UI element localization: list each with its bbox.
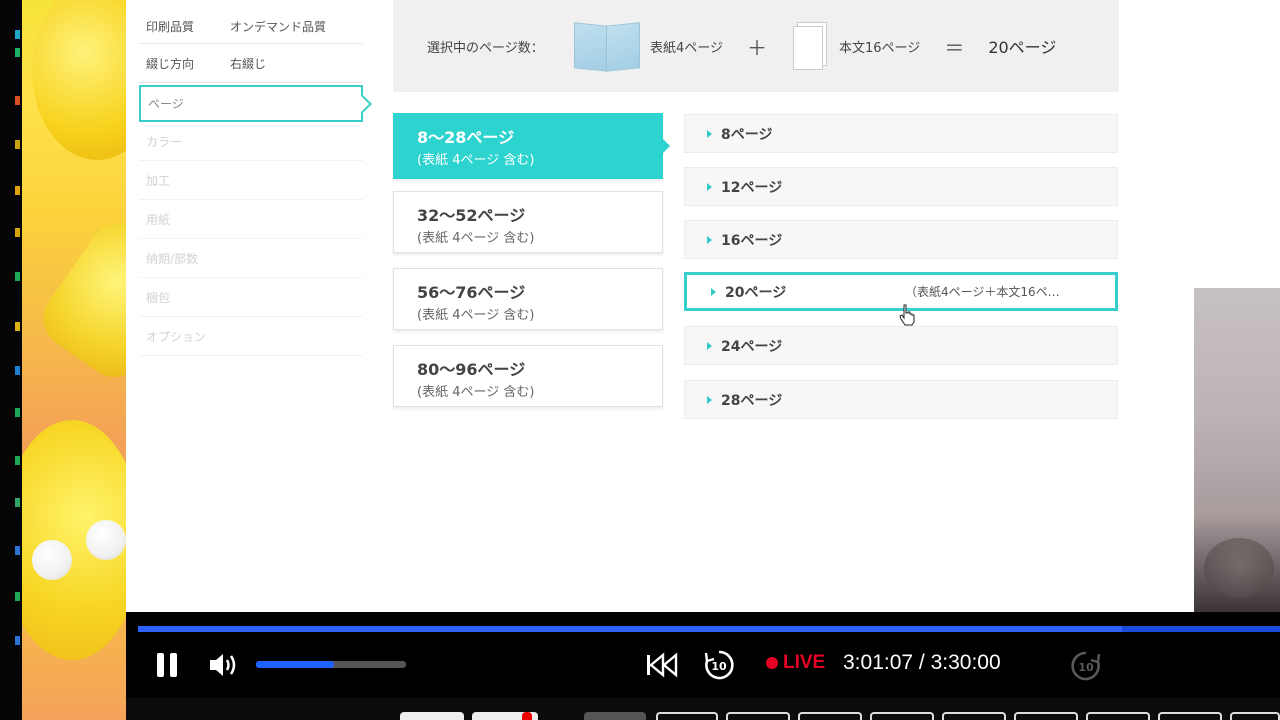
triangle-right-icon xyxy=(707,395,712,404)
triangle-right-icon xyxy=(707,235,712,244)
page-option-label: 28ページ xyxy=(721,392,783,409)
triangle-right-icon xyxy=(707,182,712,191)
menu-item-label: ページ xyxy=(148,97,184,111)
menu-item-paper[interactable]: 用紙 xyxy=(139,200,363,239)
page-option-note: （表紙4ページ＋本文16ペ… xyxy=(905,285,1060,299)
page-group-subtitle: (表紙 4ページ 含む) xyxy=(417,385,535,400)
menu-item-color[interactable]: カラー xyxy=(139,122,363,161)
menu-item-options[interactable]: オプション xyxy=(139,317,363,356)
bottom-thumbnail-strip xyxy=(126,698,1280,720)
menu-item-label: 納期/部数 xyxy=(146,251,199,266)
total-pages-text: 20ページ xyxy=(988,38,1057,57)
page-option-label: 24ページ xyxy=(721,338,783,355)
page-group-title: 80〜96ページ xyxy=(417,360,526,379)
skip-to-start-button[interactable] xyxy=(644,649,680,681)
speaker-icon xyxy=(210,654,236,676)
seek-bar[interactable] xyxy=(138,626,1280,632)
forward-10-button[interactable]: 10 xyxy=(1069,649,1103,683)
plus-sign: ＋ xyxy=(747,35,768,60)
menu-item-label: オプション xyxy=(146,329,207,344)
page-option-8[interactable]: 8ページ xyxy=(684,114,1118,153)
menu-item-delivery-quantity[interactable]: 納期/部数 xyxy=(139,239,363,278)
page-group-subtitle: (表紙 4ページ 含む) xyxy=(417,153,535,168)
page-option-label: 12ページ xyxy=(721,179,783,196)
menu-item-processing[interactable]: 加工 xyxy=(139,161,363,200)
triangle-right-icon xyxy=(707,129,712,138)
left-edge-strip xyxy=(0,0,24,720)
page-option-12[interactable]: 12ページ xyxy=(684,167,1118,206)
page-group-title: 56〜76ページ xyxy=(417,283,526,302)
video-player-controls: 10 LIVE 3:01:07 / 3:30:00 10 xyxy=(126,612,1280,698)
page-group-32-52[interactable]: 32〜52ページ (表紙 4ページ 含む) xyxy=(393,191,663,253)
triangle-right-icon xyxy=(711,287,716,296)
decorative-background-art xyxy=(22,0,126,720)
page-group-8-28[interactable]: 8〜28ページ (表紙 4ページ 含む) xyxy=(393,113,670,179)
forward-10-icon: 10 xyxy=(1071,651,1101,681)
volume-button[interactable] xyxy=(206,648,242,682)
hand-cursor-icon xyxy=(899,304,915,326)
page-option-label: 8ページ xyxy=(721,126,773,143)
rewind-10-button[interactable]: 10 xyxy=(702,648,736,682)
svg-text:10: 10 xyxy=(711,660,727,673)
menu-item-label: 加工 xyxy=(146,173,171,188)
rewind-10-icon: 10 xyxy=(704,650,734,680)
page-group-56-76[interactable]: 56〜76ページ (表紙 4ページ 含む) xyxy=(393,268,663,330)
volume-slider[interactable] xyxy=(256,661,406,668)
page-group-title: 8〜28ページ xyxy=(417,128,515,147)
selected-page-summary: 選択中のページ数： 表紙4ページ ＋ 本文16ページ ＝ 20ページ xyxy=(393,0,1119,92)
summary-label: 選択中のページ数： xyxy=(427,40,544,56)
playback-time: 3:01:07 / 3:30:00 xyxy=(843,651,1001,674)
pause-button[interactable] xyxy=(152,650,182,680)
page-group-80-96[interactable]: 80〜96ページ (表紙 4ページ 含む) xyxy=(393,345,663,407)
svg-text:10: 10 xyxy=(1078,661,1094,674)
body-pages-text: 本文16ページ xyxy=(839,40,921,56)
skip-back-icon xyxy=(647,652,678,678)
live-label: LIVE xyxy=(783,652,826,673)
menu-item-label: 綴じ方向 xyxy=(146,56,195,71)
page-option-24[interactable]: 24ページ xyxy=(684,326,1118,365)
body-paper-icon xyxy=(791,20,831,72)
menu-item-label: 印刷品質 xyxy=(146,20,195,34)
triangle-right-icon xyxy=(707,341,712,350)
page-group-subtitle: (表紙 4ページ 含む) xyxy=(417,231,535,246)
cover-book-icon xyxy=(572,20,642,72)
menu-item-label: カラー xyxy=(146,134,183,149)
page-option-label: 16ページ xyxy=(721,232,783,249)
volume-slider-fill xyxy=(256,661,334,668)
page-option-16[interactable]: 16ページ xyxy=(684,220,1118,259)
menu-item-value: オンデマンド品質 xyxy=(230,20,327,34)
menu-item-print-quality[interactable]: 印刷品質 オンデマンド品質 xyxy=(139,10,363,44)
order-step-menu: 印刷品質 オンデマンド品質 綴じ方向 右綴じ ページ カラー 加工 用紙 納期/… xyxy=(139,0,363,356)
page-group-subtitle: (表紙 4ページ 含む) xyxy=(417,308,535,323)
cover-pages-text: 表紙4ページ xyxy=(650,40,724,56)
live-indicator: LIVE xyxy=(766,652,825,674)
menu-item-packing[interactable]: 梱包 xyxy=(139,278,363,317)
page-group-title: 32〜52ページ xyxy=(417,206,526,225)
menu-item-value: 右綴じ xyxy=(230,56,267,71)
page-option-28[interactable]: 28ページ xyxy=(684,380,1118,419)
live-dot xyxy=(766,657,778,669)
webcam-overlay xyxy=(1194,288,1280,612)
page-option-label: 20ページ xyxy=(725,284,787,301)
screen: 印刷品質 オンデマンド品質 綴じ方向 右綴じ ページ カラー 加工 用紙 納期/… xyxy=(0,0,1280,720)
pause-icon xyxy=(157,653,164,677)
menu-item-label: 梱包 xyxy=(146,290,171,305)
seek-bar-fill xyxy=(138,626,1123,632)
menu-item-pages[interactable]: ページ xyxy=(139,85,363,122)
menu-item-label: 用紙 xyxy=(146,212,171,227)
menu-item-binding[interactable]: 綴じ方向 右綴じ xyxy=(139,44,363,83)
equals-sign: ＝ xyxy=(944,35,965,60)
